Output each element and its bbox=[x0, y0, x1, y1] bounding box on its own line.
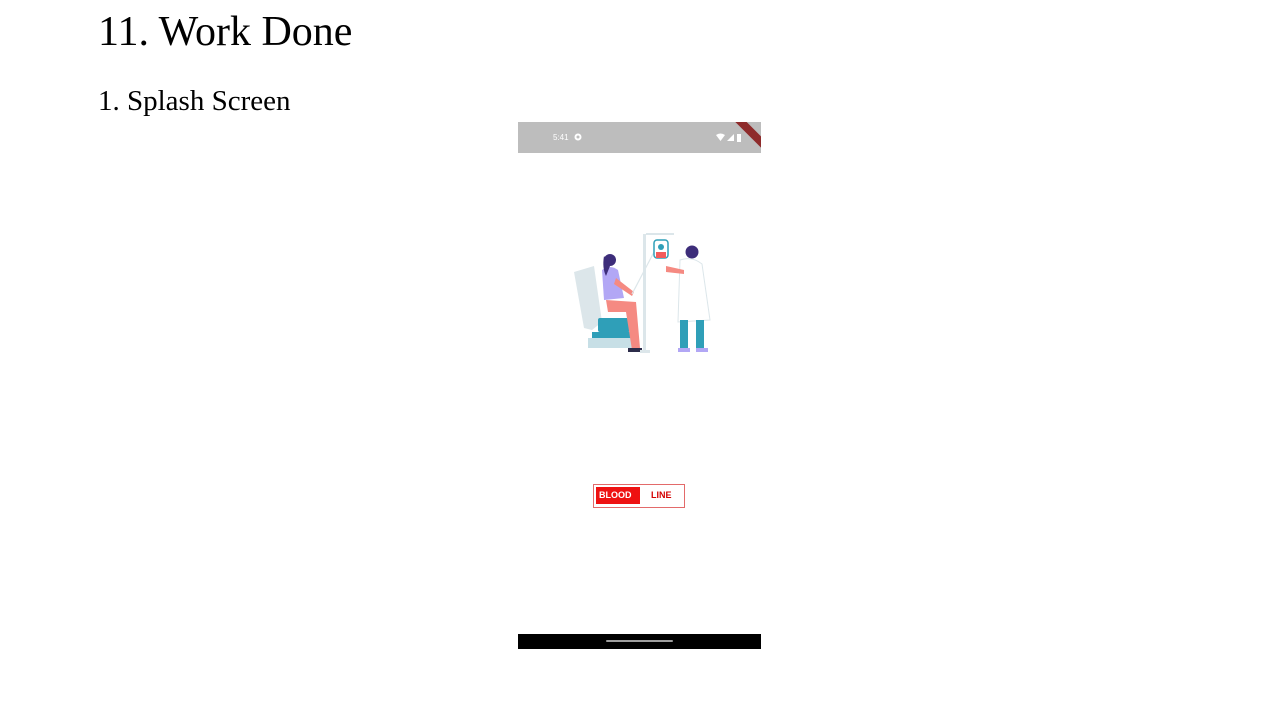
battery-icon bbox=[737, 134, 741, 142]
status-time: 5:41 bbox=[553, 133, 569, 142]
debug-banner bbox=[724, 122, 761, 175]
app-logo: BLOOD LINE bbox=[593, 484, 685, 508]
status-bar: 5:41 bbox=[518, 122, 761, 175]
logo-left-text: BLOOD bbox=[596, 487, 640, 504]
wifi-icon bbox=[716, 133, 725, 141]
status-icons bbox=[716, 133, 741, 142]
navigation-bar bbox=[518, 634, 761, 649]
section-title: 11. Work Done bbox=[98, 9, 353, 55]
settings-icon bbox=[574, 133, 582, 141]
signal-icon bbox=[727, 134, 734, 141]
logo-right-text: LINE bbox=[651, 490, 672, 500]
phone-screenshot: 5:41 BLOOD LINE bbox=[518, 122, 761, 649]
home-indicator[interactable] bbox=[606, 640, 673, 642]
subsection-title: 1. Splash Screen bbox=[98, 85, 291, 117]
blood-donation-illustration bbox=[574, 233, 711, 353]
